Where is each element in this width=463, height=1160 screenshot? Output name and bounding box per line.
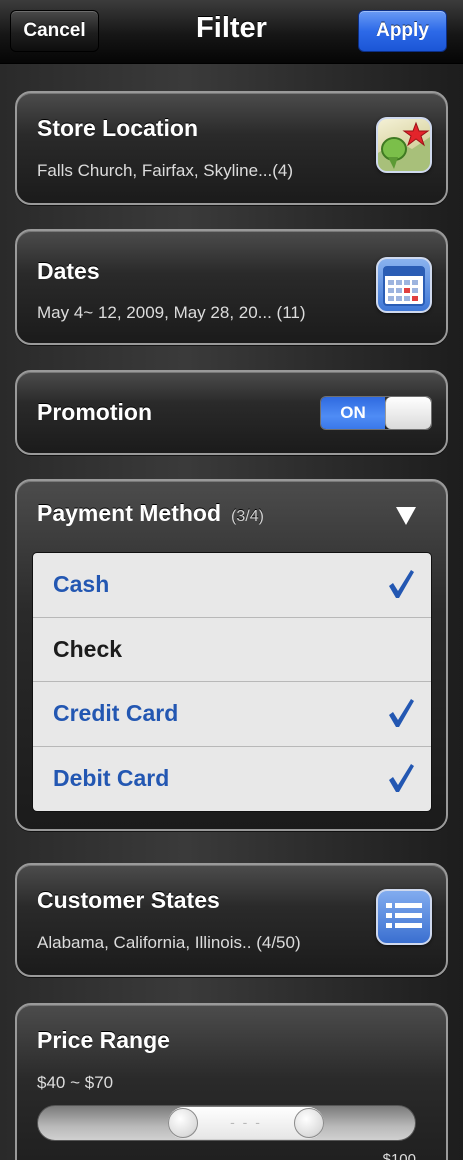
slider-max-label: $100 — [382, 1151, 416, 1160]
payment-method-list: Cash Check Credit Card Debit Card — [33, 553, 431, 811]
payment-option-row[interactable]: Cash — [33, 553, 431, 618]
checkmark-icon — [389, 699, 414, 727]
filter-screen: Cancel Filter Apply Store Location Falls… — [0, 0, 463, 1160]
store-location-panel[interactable]: Store Location Falls Church, Fairfax, Sk… — [15, 91, 448, 205]
payment-option-label: Credit Card — [53, 700, 179, 727]
promotion-title: Promotion — [37, 399, 152, 425]
payment-method-title: Payment Method (3/4) — [37, 500, 264, 527]
navigation-bar: Cancel Filter Apply — [0, 0, 463, 64]
customer-states-summary: Alabama, California, Illinois.. (4/50) — [37, 933, 301, 952]
dates-summary: May 4~ 12, 2009, May 28, 20... (11) — [37, 303, 306, 322]
store-location-title: Store Location — [37, 115, 199, 141]
payment-method-label: Payment Method — [37, 500, 222, 526]
payment-option-row[interactable]: Debit Card — [33, 747, 431, 812]
payment-option-label: Debit Card — [53, 765, 170, 792]
payment-method-panel: Payment Method (3/4) Cash Check Credit Card… — [15, 479, 448, 831]
apply-button[interactable]: Apply — [358, 10, 447, 52]
promotion-panel: Promotion ON — [15, 370, 448, 455]
store-location-summary: Falls Church, Fairfax, Skyline...(4) — [37, 161, 294, 180]
checkmark-icon — [389, 570, 414, 598]
toggle-knob[interactable] — [385, 397, 431, 429]
slider-min-handle[interactable] — [168, 1108, 198, 1138]
checkmark-icon — [389, 763, 414, 792]
chevron-down-icon[interactable] — [396, 507, 416, 525]
price-range-panel: Price Range $40 ~ $70 - - - $100 — [15, 1003, 448, 1160]
list-icon — [376, 889, 432, 945]
customer-states-title: Customer States — [37, 887, 220, 913]
payment-option-row[interactable]: Check — [33, 618, 431, 682]
map-pin-star-icon — [376, 117, 432, 173]
price-range-slider[interactable]: - - - — [37, 1105, 416, 1141]
dates-title: Dates — [37, 258, 100, 284]
dates-panel[interactable]: Dates May 4~ 12, 2009, May 28, 20... (11… — [15, 229, 448, 345]
payment-option-row[interactable]: Credit Card — [33, 682, 431, 747]
price-range-title: Price Range — [37, 1027, 170, 1053]
toggle-on-label: ON — [321, 397, 385, 429]
promotion-toggle[interactable]: ON — [320, 396, 432, 430]
price-range-summary: $40 ~ $70 — [37, 1073, 114, 1092]
payment-option-label: Check — [53, 635, 123, 662]
customer-states-panel[interactable]: Customer States Alabama, California, Ill… — [15, 863, 448, 977]
payment-option-label: Cash — [53, 571, 110, 598]
calendar-icon — [376, 257, 432, 313]
slider-max-handle[interactable] — [294, 1108, 324, 1138]
payment-method-count: (3/4) — [231, 508, 264, 525]
